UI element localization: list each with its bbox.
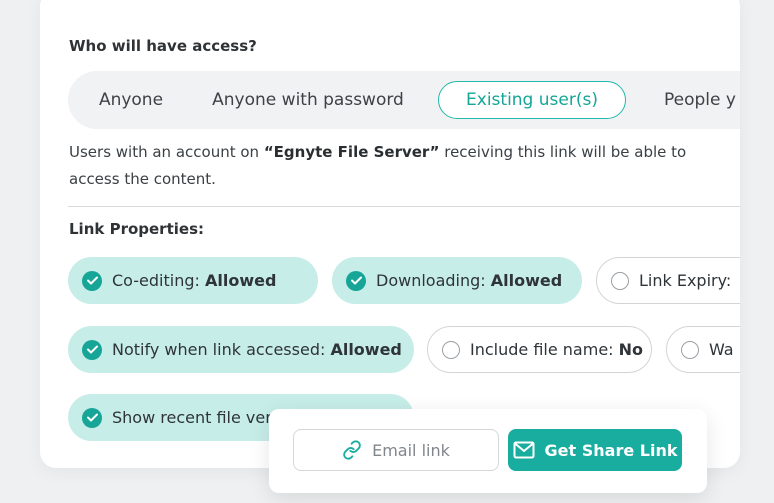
chip-co-editing[interactable]: Co-editing: Allowed	[68, 257, 318, 304]
chip-label: Downloading: Allowed	[376, 271, 563, 290]
email-link-label: Email link	[372, 440, 450, 460]
radio-icon	[442, 340, 460, 359]
share-settings-card: Who will have access? Anyone Anyone with…	[40, 0, 740, 468]
check-icon	[82, 270, 102, 291]
check-icon	[82, 407, 102, 428]
chip-watermark[interactable]: Wa	[666, 326, 740, 373]
radio-icon	[681, 340, 699, 359]
envelope-icon	[513, 441, 535, 459]
chip-label: Link Expiry:	[639, 271, 732, 290]
chip-label: Include file name: No	[470, 340, 644, 359]
get-share-link-label: Get Share Link	[544, 440, 678, 460]
share-actions-footer: Email link Get Share Link	[269, 409, 707, 493]
access-option-existing-users[interactable]: Existing user(s)	[438, 81, 626, 119]
access-option-anyone-with-password[interactable]: Anyone with password	[208, 81, 408, 119]
access-option-anyone[interactable]: Anyone	[92, 81, 170, 119]
chip-label: Co-editing: Allowed	[112, 271, 277, 290]
access-description: Users with an account on “Egnyte File Se…	[69, 139, 709, 193]
chip-link-expiry[interactable]: Link Expiry:	[596, 257, 740, 304]
email-link-button[interactable]: Email link	[293, 429, 499, 471]
link-properties-label: Link Properties:	[69, 220, 204, 238]
link-icon	[343, 440, 361, 460]
access-options-bar: Anyone Anyone with password Existing use…	[68, 71, 740, 129]
access-option-people[interactable]: People y	[658, 81, 740, 119]
server-name: “Egnyte File Server”	[263, 143, 440, 161]
chip-label: Wa	[709, 340, 734, 359]
radio-icon	[611, 271, 629, 290]
check-icon	[346, 270, 366, 291]
check-icon	[82, 339, 102, 360]
description-text: Users with an account on	[69, 143, 264, 161]
chip-label: Notify when link accessed: Allowed	[112, 340, 402, 359]
access-heading: Who will have access?	[69, 37, 257, 55]
chip-downloading[interactable]: Downloading: Allowed	[332, 257, 582, 304]
chip-include-file-name[interactable]: Include file name: No	[427, 326, 652, 373]
chip-notify-when-accessed[interactable]: Notify when link accessed: Allowed	[68, 326, 414, 373]
get-share-link-button[interactable]: Get Share Link	[508, 429, 682, 471]
chip-label: Show recent file ver	[112, 408, 272, 427]
divider	[68, 206, 740, 207]
